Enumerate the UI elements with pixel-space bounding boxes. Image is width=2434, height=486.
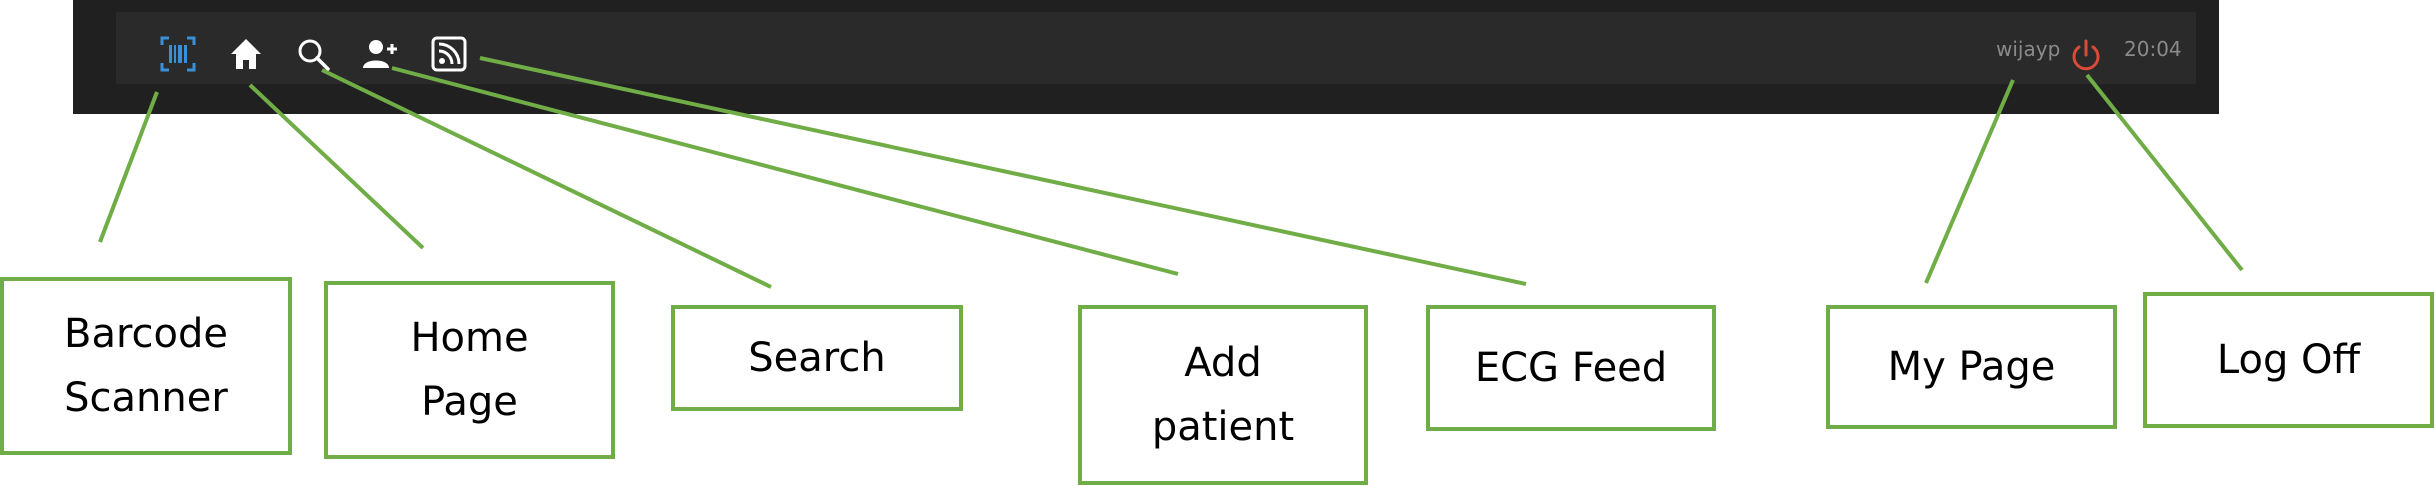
- callout-my-page: My Page: [1826, 305, 2117, 429]
- callout-label: My Page: [1887, 344, 2056, 390]
- callout-label: ECG Feed: [1474, 345, 1668, 391]
- clock-text: 20:04: [2124, 37, 2182, 61]
- connector-barcode: [98, 91, 159, 243]
- callout-ecg-feed: ECG Feed: [1426, 305, 1716, 431]
- callout-label: Log Off: [2216, 337, 2361, 383]
- callout-label: Add patient: [1151, 340, 1295, 450]
- barcode-scanner-icon[interactable]: [160, 36, 196, 72]
- callout-label: Home Page: [410, 315, 529, 425]
- home-icon[interactable]: [228, 36, 264, 72]
- callout-label: Barcode Scanner: [64, 311, 228, 421]
- callout-barcode-scanner: Barcode Scanner: [0, 277, 292, 455]
- callout-search: Search: [671, 305, 963, 411]
- callout-log-off: Log Off: [2143, 292, 2434, 428]
- username-link[interactable]: wijayp: [1996, 37, 2060, 61]
- callout-label: Search: [748, 335, 886, 381]
- app-toolbar: [116, 12, 2196, 84]
- callout-home-page: Home Page: [324, 281, 615, 459]
- rss-feed-icon[interactable]: [431, 36, 467, 72]
- callout-add-patient: Add patient: [1078, 305, 1368, 485]
- search-icon[interactable]: [295, 36, 331, 72]
- add-user-icon[interactable]: [362, 36, 398, 72]
- power-icon[interactable]: [2068, 38, 2104, 74]
